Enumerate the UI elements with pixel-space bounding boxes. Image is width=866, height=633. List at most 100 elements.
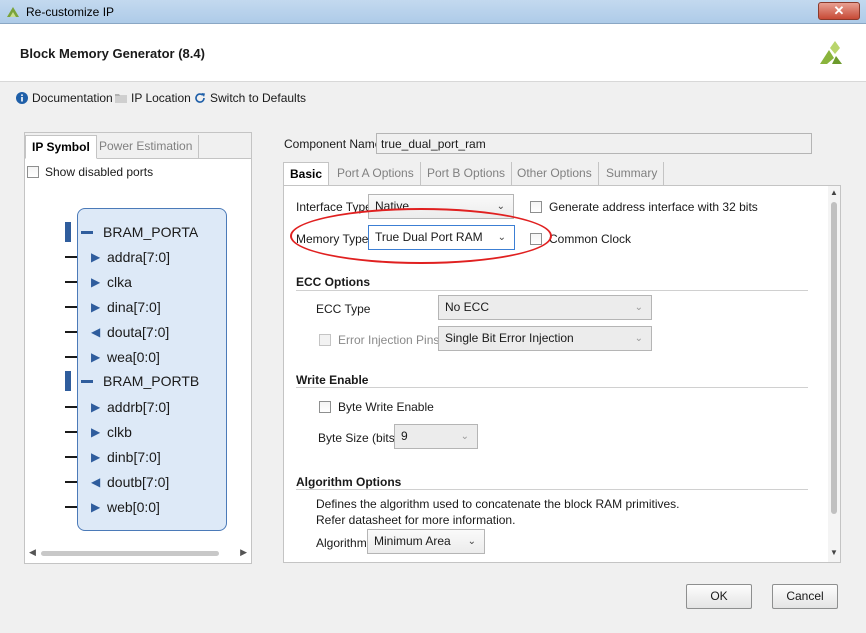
refresh-icon (195, 93, 205, 103)
tab-summary[interactable]: Summary (600, 162, 665, 186)
port-name: clkb (107, 424, 132, 440)
component-name-field[interactable]: true_dual_port_ram (376, 133, 812, 154)
basic-options-panel: Interface Type Native ⌄ Generate address… (283, 185, 841, 563)
tab-port-b-options[interactable]: Port B Options (421, 162, 513, 186)
tab-ip-symbol[interactable]: IP Symbol (25, 135, 97, 159)
memory-type-select[interactable]: True Dual Port RAM ⌄ (368, 225, 515, 250)
port-addrb: ▶ addrb[7:0] (91, 397, 170, 417)
ecc-type-label: ECC Type (316, 302, 371, 316)
left-tabstrip: IP Symbol Power Estimation (25, 133, 251, 159)
chevron-down-icon: ⌄ (634, 302, 643, 313)
input-arrow-icon: ▶ (91, 400, 101, 414)
app-icon (7, 7, 19, 17)
input-arrow-icon: ▶ (91, 300, 101, 314)
port-name: douta[7:0] (107, 324, 170, 340)
folder-icon (115, 94, 127, 103)
vendor-logo-icon (820, 41, 842, 64)
close-button[interactable]: ✕ (818, 2, 860, 20)
port-name: wea[0:0] (107, 349, 160, 365)
port-web: ▶ web[0:0] (91, 497, 160, 517)
byte-write-checkbox[interactable] (319, 401, 331, 413)
byte-write-option[interactable]: Byte Write Enable (319, 400, 434, 414)
memory-type-value: True Dual Port RAM (375, 230, 483, 244)
scroll-down-icon[interactable]: ▼ (828, 548, 840, 560)
window-titlebar: Re-customize IP ✕ (0, 0, 866, 24)
scroll-right-icon[interactable]: ▶ (240, 547, 247, 558)
tab-port-a-options[interactable]: Port A Options (331, 162, 421, 186)
interface-type-label: Interface Type (296, 200, 372, 214)
ecc-type-select[interactable]: No ECC ⌄ (438, 295, 652, 320)
documentation-link[interactable]: Documentation (16, 91, 113, 105)
bus-minus-icon (81, 379, 93, 383)
gen-addr-checkbox[interactable] (530, 201, 542, 213)
wire (65, 356, 77, 358)
show-disabled-ports-option[interactable]: Show disabled ports (27, 165, 153, 179)
cancel-button[interactable]: Cancel (772, 584, 838, 609)
switch-defaults-link[interactable]: Switch to Defaults (194, 91, 306, 105)
wire (65, 456, 77, 458)
port-wea: ▶ wea[0:0] (91, 347, 160, 367)
wire (65, 431, 77, 433)
port-dinb: ▶ dinb[7:0] (91, 447, 161, 467)
byte-size-select[interactable]: 9 ⌄ (394, 424, 478, 449)
section-divider (296, 489, 808, 490)
info-icon (16, 92, 28, 104)
wire (65, 481, 77, 483)
algorithm-value: Minimum Area (374, 534, 451, 548)
port-doutb: ◀ doutb[7:0] (91, 472, 169, 492)
options-tabstrip: Basic Port A Options Port B Options Othe… (283, 162, 813, 186)
wire (65, 331, 77, 333)
common-clock-label: Common Clock (549, 232, 632, 246)
common-clock-checkbox[interactable] (530, 233, 542, 245)
scroll-up-icon[interactable]: ▲ (828, 188, 840, 200)
portb-label: BRAM_PORTB (103, 373, 200, 389)
tab-basic[interactable]: Basic (283, 162, 330, 186)
write-enable-section-title: Write Enable (296, 373, 369, 387)
switch-defaults-label: Switch to Defaults (210, 91, 307, 105)
output-arrow-icon: ◀ (91, 475, 101, 489)
ip-location-label: IP Location (131, 91, 191, 105)
port-dina: ▶ dina[7:0] (91, 297, 161, 317)
error-injection-select[interactable]: Single Bit Error Injection ⌄ (438, 326, 652, 351)
common-clock-option[interactable]: Common Clock (530, 232, 631, 246)
input-arrow-icon: ▶ (91, 350, 101, 364)
port-name: addrb[7:0] (107, 399, 171, 415)
chevron-down-icon: ⌄ (460, 431, 469, 442)
scroll-thumb[interactable] (41, 551, 219, 556)
chevron-down-icon: ⌄ (496, 201, 505, 212)
scroll-left-icon[interactable]: ◀ (29, 547, 36, 558)
ecc-section-title: ECC Options (296, 275, 370, 289)
porta-label: BRAM_PORTA (103, 224, 199, 240)
port-group-b: BRAM_PORTB (81, 371, 199, 391)
input-arrow-icon: ▶ (91, 425, 101, 439)
port-clka: ▶ clka (91, 272, 132, 292)
bus-minus-icon (81, 230, 93, 234)
wire (65, 406, 77, 408)
input-arrow-icon: ▶ (91, 250, 101, 264)
gen-addr-label: Generate address interface with 32 bits (549, 200, 758, 214)
horizontal-scrollbar[interactable]: ◀ ▶ (29, 547, 247, 559)
documentation-label: Documentation (32, 91, 113, 105)
interface-type-select[interactable]: Native ⌄ (368, 194, 514, 219)
tab-other-options[interactable]: Other Options (511, 162, 599, 186)
memory-type-label: Memory Type (296, 232, 369, 246)
error-injection-option[interactable]: Error Injection Pins (319, 333, 439, 347)
wire (65, 281, 77, 283)
bus-marker-portb (65, 371, 71, 391)
ok-button[interactable]: OK (686, 584, 752, 609)
algorithm-select[interactable]: Minimum Area ⌄ (367, 529, 485, 554)
show-disabled-ports-checkbox[interactable] (27, 166, 39, 178)
byte-write-label: Byte Write Enable (338, 400, 434, 414)
wire (65, 306, 77, 308)
wire (65, 256, 77, 258)
toolbar: Documentation IP Location Switch to Defa… (0, 84, 866, 112)
scroll-thumb[interactable] (831, 202, 837, 514)
ip-location-link[interactable]: IP Location (115, 91, 191, 105)
port-addra: ▶ addra[7:0] (91, 247, 170, 267)
ip-symbol-panel: IP Symbol Power Estimation Show disabled… (24, 132, 252, 564)
byte-size-label: Byte Size (bits) (318, 431, 399, 445)
error-injection-checkbox[interactable] (319, 334, 331, 346)
vertical-scrollbar[interactable]: ▲ ▼ (828, 186, 840, 562)
tab-power-estimation[interactable]: Power Estimation (93, 135, 200, 159)
gen-addr-option[interactable]: Generate address interface with 32 bits (530, 200, 758, 214)
